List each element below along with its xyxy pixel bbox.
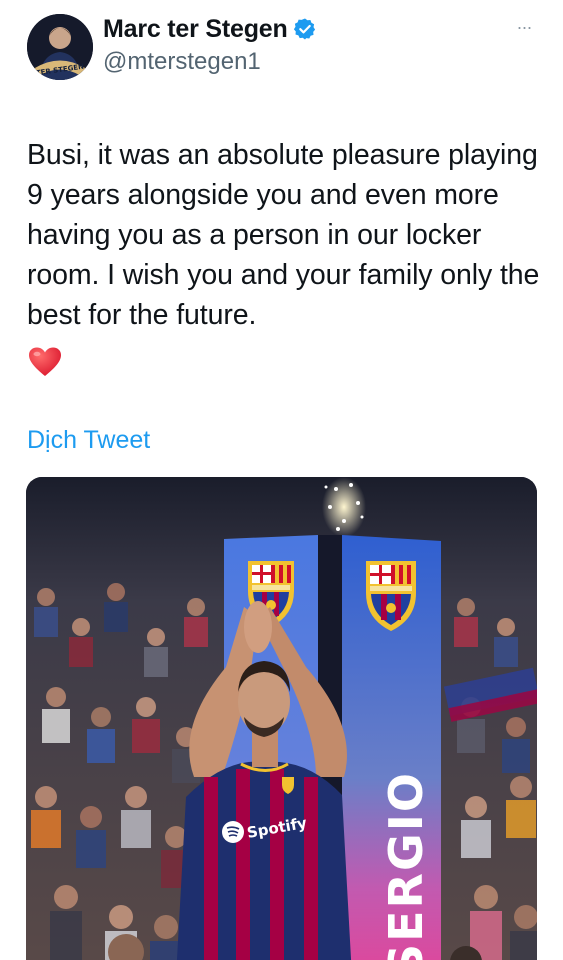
photo-busquets-farewell: SERGIO Spotify xyxy=(26,477,537,960)
more-options-icon[interactable]: ··· xyxy=(511,15,537,39)
tweet-text: Busi, it was an absolute pleasure playin… xyxy=(27,139,540,331)
avatar-image: TER STEGEN xyxy=(27,14,93,80)
name-row: Marc ter Stegen xyxy=(103,12,317,46)
verified-badge-icon xyxy=(293,18,315,40)
translate-tweet-link[interactable]: Dịch Tweet xyxy=(27,426,150,455)
avatar[interactable]: TER STEGEN xyxy=(27,14,93,80)
pillar-name-text: SERGIO xyxy=(379,771,433,960)
firework-sparks xyxy=(322,477,366,537)
handle[interactable]: @mterstegen1 xyxy=(103,48,317,76)
tweet-header: Marc ter Stegen @mterstegen1 xyxy=(103,12,317,76)
heart-emoji xyxy=(29,347,61,376)
display-name[interactable]: Marc ter Stegen xyxy=(103,15,288,44)
tweet-media-image[interactable]: SERGIO Spotify xyxy=(26,477,537,960)
